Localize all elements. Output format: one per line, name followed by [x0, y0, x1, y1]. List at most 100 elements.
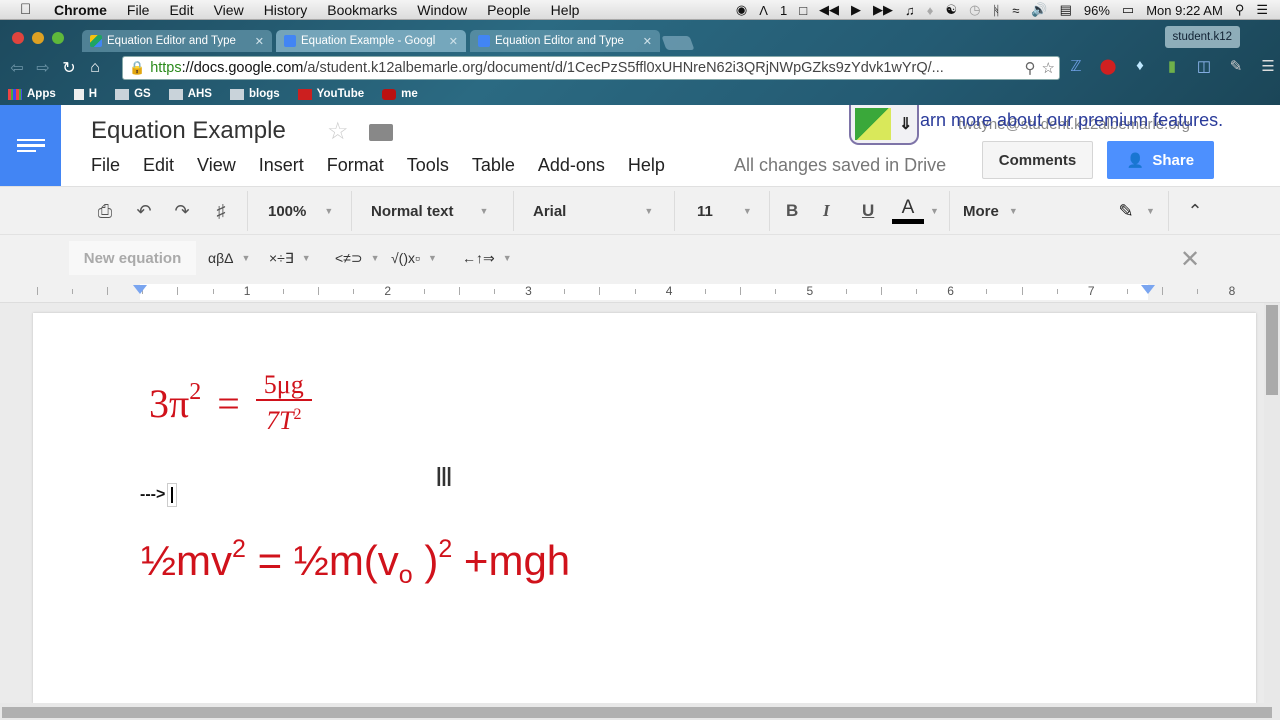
docs-menu-addons[interactable]: Add-ons [538, 155, 605, 176]
bluetooth-icon[interactable]: ᚻ [992, 3, 1000, 18]
right-indent-marker[interactable] [1141, 285, 1155, 294]
chrome-menu-icon[interactable]: ☰ [1258, 57, 1278, 75]
menu-view[interactable]: View [214, 2, 244, 18]
spotlight-icon[interactable]: ⚲ [1235, 2, 1245, 18]
font-size-select[interactable]: 11 ▼ [697, 187, 752, 235]
bookmark-extension-icon[interactable]: ◫ [1194, 57, 1214, 75]
menu-help[interactable]: Help [551, 2, 580, 18]
vertical-scroll-thumb[interactable] [1266, 305, 1278, 395]
adblock-icon[interactable]: ⬤ [1098, 57, 1118, 75]
tab-equation-example[interactable]: Equation Example - Googl ✕ [276, 30, 466, 52]
feedly-extension-icon[interactable]: ✎ [1226, 57, 1246, 75]
menu-edit[interactable]: Edit [169, 2, 193, 18]
fast-forward-icon[interactable]: ▶▶ [873, 2, 893, 18]
print-icon[interactable]: ⎙ [91, 187, 119, 235]
docs-menu-view[interactable]: View [197, 155, 236, 176]
bookmark-youtube[interactable]: YouTube [297, 88, 364, 100]
extension-popup-tab[interactable]: ⇓ [849, 105, 919, 145]
text-color-dropdown[interactable]: ▼ [930, 187, 939, 235]
equation-2[interactable]: ½mv2 = ½m(vo )2 +mgh [141, 535, 570, 590]
bookmark-ahs[interactable]: AHS [168, 88, 212, 100]
document-title[interactable]: Equation Example [91, 117, 286, 145]
clock[interactable]: Mon 9:22 AM [1146, 3, 1223, 18]
zoom-icon[interactable]: ⚲ [1025, 59, 1036, 77]
docs-menu-tools[interactable]: Tools [407, 155, 449, 176]
rewind-icon[interactable]: ◀◀ [819, 2, 839, 18]
green-extension-icon[interactable]: ▮ [1162, 57, 1182, 75]
bookmark-gs[interactable]: GS [115, 88, 151, 100]
vertical-scrollbar[interactable] [1264, 303, 1280, 703]
keyboard-icon[interactable]: ▤ [1060, 2, 1072, 18]
font-select[interactable]: Arial ▼ [533, 187, 653, 235]
accessibility-icon[interactable]: ☯ [945, 2, 957, 18]
music-icon[interactable]: ♫ [905, 3, 915, 18]
menu-window[interactable]: Window [417, 2, 467, 18]
arrow-text-line[interactable]: ---> [140, 483, 178, 507]
back-icon[interactable]: ⇦ [4, 58, 30, 78]
profile-button[interactable]: student.k12 [1164, 26, 1240, 48]
folder-icon[interactable] [369, 124, 393, 141]
minimize-window-button[interactable] [32, 32, 44, 44]
hat-icon[interactable]: ◉ [736, 2, 747, 18]
left-indent-marker[interactable] [133, 285, 147, 294]
docs-menu-help[interactable]: Help [628, 155, 665, 176]
editing-mode-dropdown[interactable]: ▼ [1146, 187, 1155, 235]
zoom-select[interactable]: 100% ▼ [268, 187, 333, 235]
reload-icon[interactable]: ↻ [56, 58, 82, 78]
tab-equation-editor-1[interactable]: Equation Editor and Type ✕ [82, 30, 272, 52]
docs-home-button[interactable] [0, 105, 61, 186]
text-color-button[interactable]: A [892, 187, 924, 235]
horizontal-scroll-thumb[interactable] [2, 707, 1272, 718]
translate-icon[interactable]: ℤ [1066, 57, 1086, 75]
menu-bookmarks[interactable]: Bookmarks [327, 2, 397, 18]
paint-format-icon[interactable]: ♯ [207, 187, 235, 235]
forward-icon[interactable]: ⇨ [30, 58, 56, 78]
tab-equation-editor-2[interactable]: Equation Editor and Type ✕ [470, 30, 660, 52]
paragraph-style-select[interactable]: Normal text ▼ [371, 187, 488, 235]
time-machine-icon[interactable]: ◷ [969, 2, 980, 18]
battery-icon[interactable]: ▭ [1122, 2, 1134, 18]
undo-icon[interactable]: ↶ [130, 187, 158, 235]
play-icon[interactable]: ▶ [851, 2, 861, 18]
adobe-icon[interactable]: Λ [759, 3, 768, 18]
home-icon[interactable]: ⌂ [82, 59, 108, 77]
close-tab-icon[interactable]: ✕ [643, 35, 652, 48]
bookmark-h[interactable]: H [73, 88, 97, 100]
close-tab-icon[interactable]: ✕ [449, 35, 458, 48]
comments-button[interactable]: Comments [982, 141, 1093, 179]
misc-operations-menu[interactable]: ×÷∃ ▼ [269, 241, 311, 275]
address-bar[interactable]: 🔒 https ://docs.google.com /a/student.k1… [122, 56, 1060, 80]
bookmark-apps[interactable]: Apps [8, 88, 56, 100]
docs-menu-format[interactable]: Format [327, 155, 384, 176]
horizontal-scrollbar[interactable] [0, 703, 1280, 720]
diamond-extension-icon[interactable]: ♦ [1130, 57, 1150, 75]
battery-percent[interactable]: 96% [1084, 3, 1110, 18]
zoom-window-button[interactable] [52, 32, 64, 44]
docs-menu-table[interactable]: Table [472, 155, 515, 176]
star-icon[interactable]: ☆ [327, 117, 349, 146]
bookmark-blogs[interactable]: blogs [229, 88, 280, 100]
bold-button[interactable]: B [786, 187, 798, 235]
editing-mode-pencil-icon[interactable]: ✎ [1112, 187, 1140, 235]
lock-icon[interactable]: 🔒 [129, 60, 145, 76]
new-tab-button[interactable] [661, 36, 695, 50]
double-chevron-down-icon[interactable]: ⇓ [899, 114, 912, 134]
more-button[interactable]: More ▼ [963, 187, 1018, 235]
italic-button[interactable]: I [823, 187, 830, 235]
redo-icon[interactable]: ↷ [168, 187, 196, 235]
close-equation-toolbar-icon[interactable]: ✕ [1180, 245, 1200, 274]
new-equation-button[interactable]: New equation [69, 241, 196, 275]
window-icon[interactable]: □ [799, 3, 807, 18]
underline-button[interactable]: U [862, 187, 874, 235]
document-page[interactable]: 3π2 = 5μg 7T2 ---> Ⅲ ½mv2 = ½m(vo )2 +mg… [33, 313, 1256, 703]
docs-menu-insert[interactable]: Insert [259, 155, 304, 176]
menu-people[interactable]: People [487, 2, 531, 18]
bookmark-me[interactable]: me [382, 88, 418, 100]
menu-history[interactable]: History [264, 2, 308, 18]
arrows-menu[interactable]: ←↑⇒ ▼ [462, 241, 512, 275]
premium-features-banner[interactable]: arn more about our premium features. [920, 110, 1223, 131]
close-tab-icon[interactable]: ✕ [255, 35, 264, 48]
menu-app-chrome[interactable]: Chrome [54, 2, 107, 18]
save-status[interactable]: All changes saved in Drive [734, 155, 946, 176]
greek-letters-menu[interactable]: αβΔ ▼ [208, 241, 250, 275]
